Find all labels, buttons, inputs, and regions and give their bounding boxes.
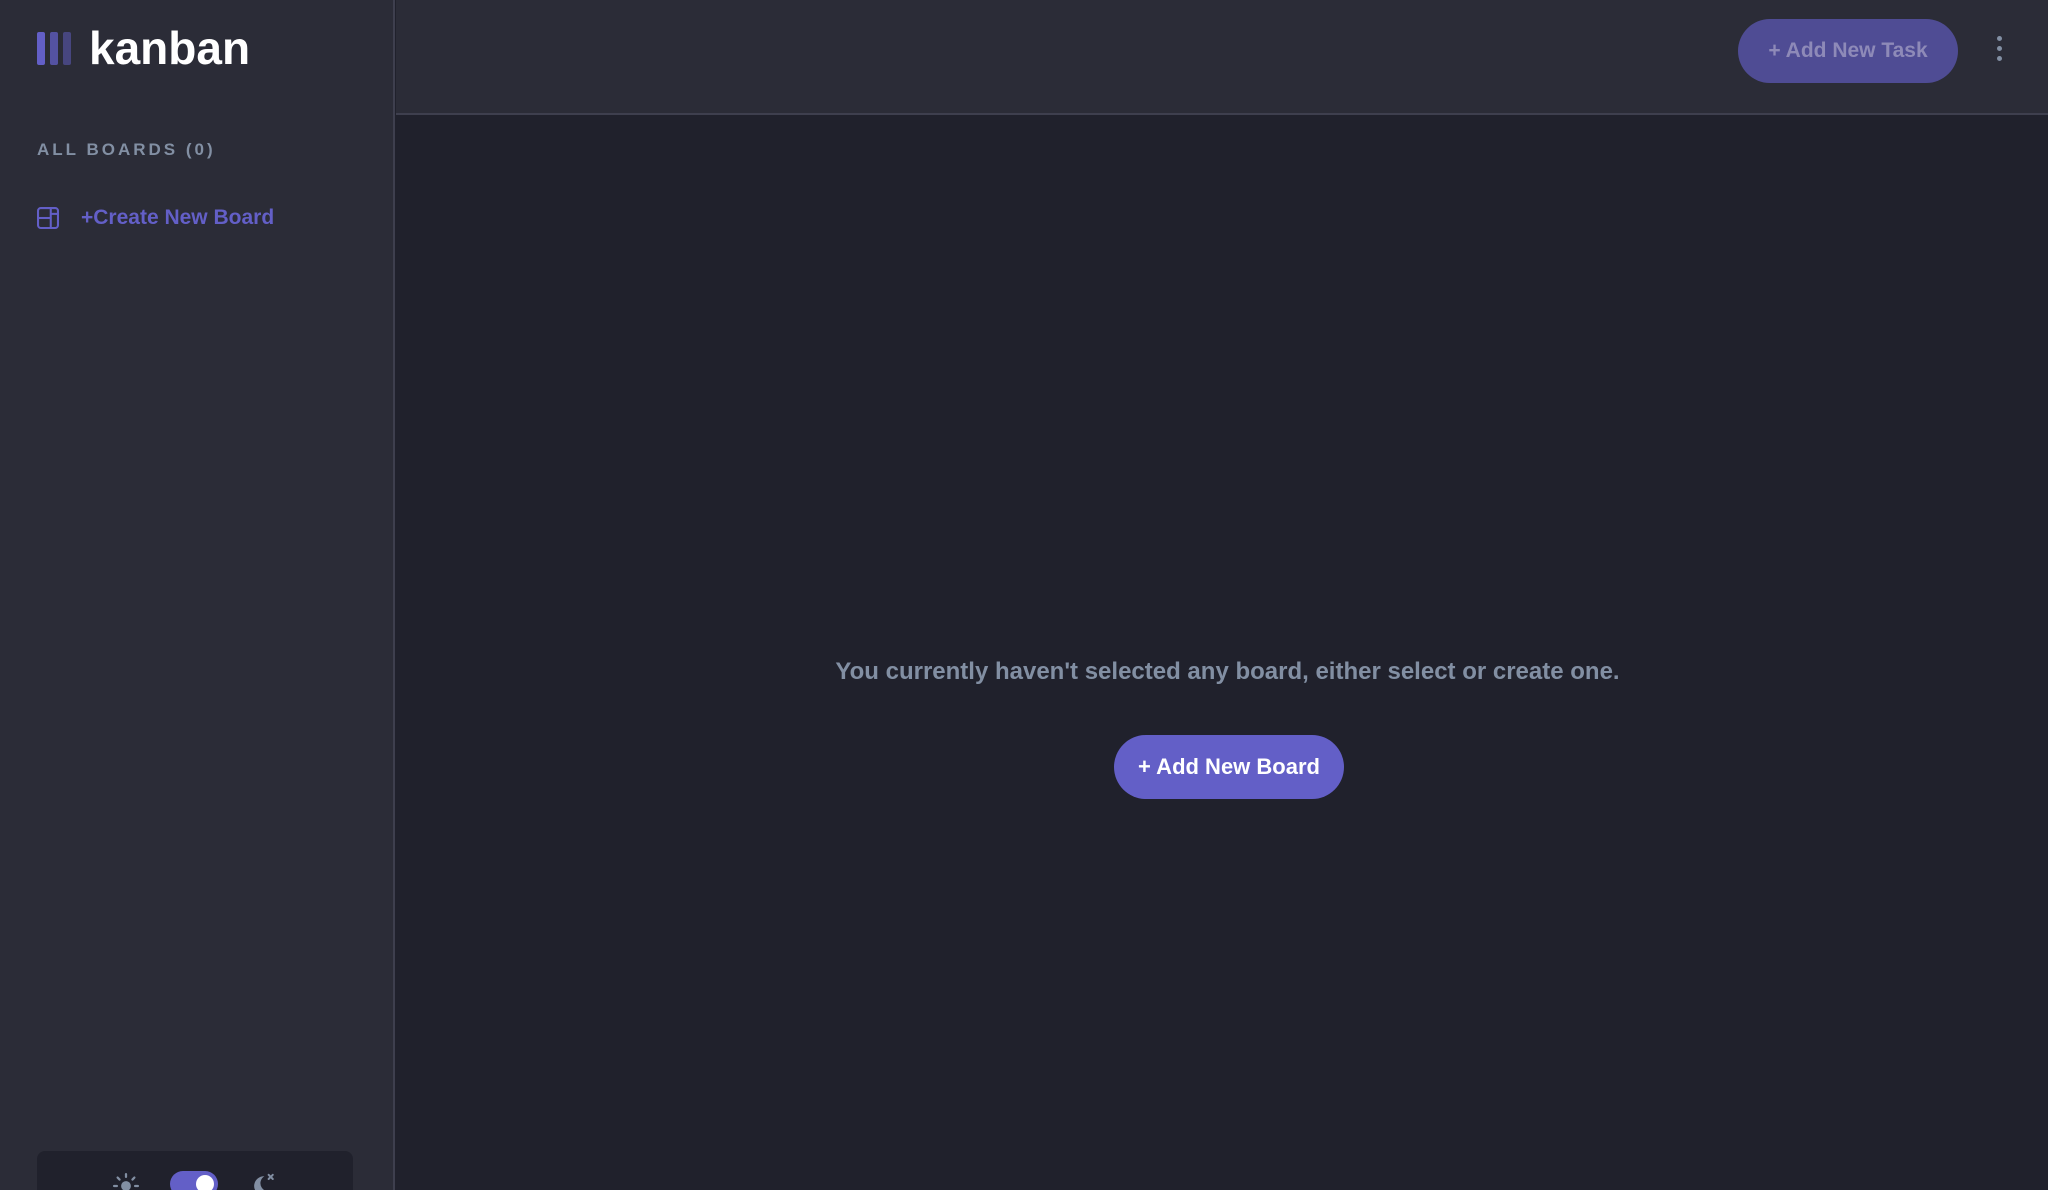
vertical-ellipsis-icon[interactable] [1992,36,2006,68]
logo-icon [37,31,71,65]
empty-state-message: You currently haven't selected any board… [835,658,1620,685]
logo-text: kanban [89,22,251,74]
top-header: + Add New Task [396,0,2048,115]
create-new-board-button[interactable]: +Create New Board [37,206,274,230]
board-area: You currently haven't selected any board… [396,115,2048,1190]
sun-icon [112,1172,140,1190]
toggle-knob [196,1175,214,1190]
all-boards-heading: ALL BOARDS (0) [37,140,216,159]
kanban-app: kanban ALL BOARDS (0) +Create New Board [0,0,2048,1190]
sidebar: kanban ALL BOARDS (0) +Create New Board [0,0,395,1190]
app-logo: kanban [37,22,251,74]
theme-toggle-panel [37,1151,353,1190]
create-new-board-label: +Create New Board [81,206,275,229]
add-new-board-button[interactable]: + Add New Board [1114,735,1344,799]
moon-icon [254,1173,274,1190]
theme-toggle-switch[interactable] [170,1171,218,1190]
add-new-task-button[interactable]: + Add New Task [1738,19,1958,83]
board-layout-icon [37,207,59,229]
